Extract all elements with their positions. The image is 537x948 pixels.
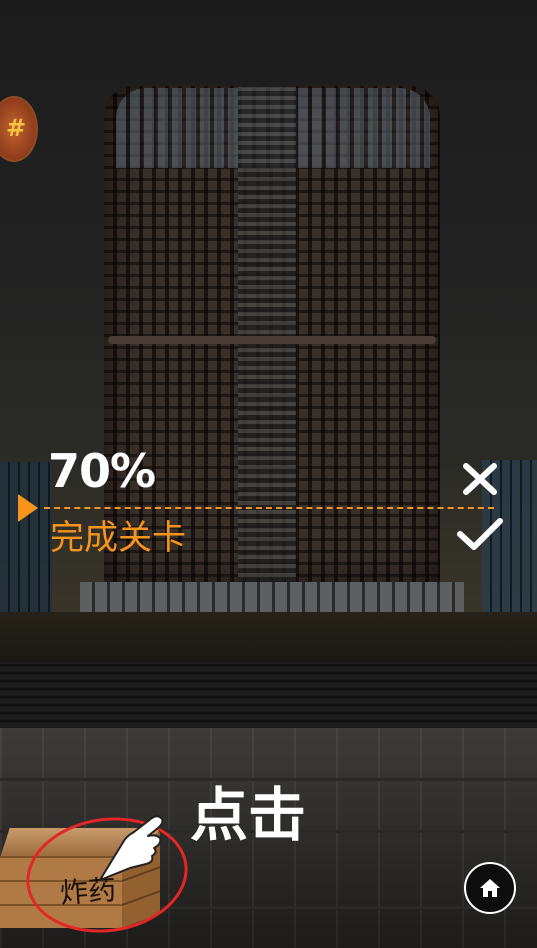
progress-percent: 70% xyxy=(48,444,156,498)
coin-symbol: # xyxy=(6,114,27,142)
background-building-left xyxy=(0,462,52,612)
objective-label: 完成关卡 xyxy=(50,518,186,558)
home-icon xyxy=(480,879,500,897)
ground-strip xyxy=(0,612,537,668)
tap-prompt: 点击 xyxy=(190,781,307,849)
skyscraper-mid-band xyxy=(108,336,436,344)
progress-threshold-line xyxy=(44,507,494,509)
pointing-hand-icon xyxy=(99,815,164,881)
home-button[interactable] xyxy=(464,862,516,914)
checkmark-icon xyxy=(457,518,503,550)
close-x-icon xyxy=(463,463,497,495)
brick-wall xyxy=(0,662,537,728)
progress-arrow-marker xyxy=(18,494,38,522)
